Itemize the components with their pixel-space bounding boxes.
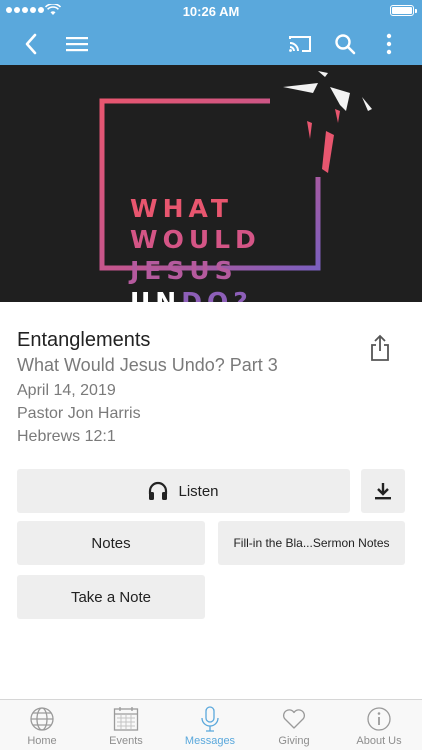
menu-button[interactable] (62, 22, 92, 65)
tab-giving[interactable]: Giving (252, 700, 336, 750)
artwork-line-4: UNDO? (130, 286, 261, 302)
listen-button[interactable]: Listen (17, 469, 350, 513)
artwork-title: WHAT WOULD JESUS UNDO? (130, 193, 261, 302)
take-a-note-button[interactable]: Take a Note (17, 575, 205, 619)
artwork-line-4-prefix: UN (130, 287, 182, 302)
artwork-line-2: WOULD (130, 225, 261, 254)
globe-icon (30, 707, 54, 731)
status-bar: 10:26 AM (0, 0, 422, 22)
heart-icon (283, 709, 305, 729)
sermon-scripture: Hebrews 12:1 (17, 428, 116, 445)
fill-in-notes-label: Fill-in the Bla...Sermon Notes (233, 536, 390, 550)
cast-icon (289, 35, 311, 52)
tab-messages-label: Messages (184, 735, 236, 747)
artwork-line-3: JESUS (130, 256, 238, 285)
sermon-series: What Would Jesus Undo? Part 3 (17, 355, 278, 375)
tab-bar: Home Events Messages Giving About Us (0, 699, 422, 750)
download-icon (375, 483, 391, 500)
headphones-icon (149, 481, 168, 500)
status-time: 10:26 AM (182, 4, 240, 19)
battery-icon (390, 5, 417, 16)
chevron-left-icon (25, 33, 37, 54)
notes-label: Notes (91, 534, 131, 552)
back-button[interactable] (18, 22, 44, 65)
top-bar: 10:26 AM (0, 0, 422, 65)
search-icon (335, 33, 356, 54)
more-options-button[interactable] (378, 22, 400, 65)
tab-about-us[interactable]: About Us (336, 700, 422, 750)
sermon-artwork: WHAT WOULD JESUS UNDO? (0, 65, 422, 302)
sermon-speaker: Pastor Jon Harris (17, 405, 141, 422)
listen-label: Listen (178, 482, 219, 500)
artwork-line-1: WHAT (130, 194, 233, 223)
tab-giving-label: Giving (278, 735, 310, 747)
tab-about-us-label: About Us (356, 735, 402, 747)
artwork-line-4-rest: DO? (181, 287, 253, 302)
hamburger-menu-icon (66, 36, 88, 51)
cast-button[interactable] (285, 22, 315, 65)
tab-home-label: Home (27, 735, 57, 747)
tab-events[interactable]: Events (84, 700, 168, 750)
info-icon (367, 707, 391, 731)
tab-home[interactable]: Home (0, 700, 84, 750)
take-a-note-label: Take a Note (70, 588, 152, 606)
sermon-title: Entanglements (17, 329, 151, 351)
share-icon (371, 334, 389, 361)
calendar-icon (113, 707, 139, 731)
tab-messages[interactable]: Messages (168, 700, 252, 750)
share-button[interactable] (368, 334, 392, 362)
notes-button[interactable]: Notes (17, 521, 205, 565)
microphone-icon (201, 706, 219, 732)
download-button[interactable] (361, 469, 405, 513)
more-vertical-icon (386, 33, 392, 54)
sermon-date: April 14, 2019 (17, 382, 116, 399)
search-button[interactable] (331, 22, 359, 65)
sermon-info: Entanglements What Would Jesus Undo? Par… (17, 328, 347, 448)
fill-in-notes-button[interactable]: Fill-in the Bla...Sermon Notes (218, 521, 405, 565)
tab-events-label: Events (109, 735, 143, 747)
navigation-bar (0, 22, 422, 65)
